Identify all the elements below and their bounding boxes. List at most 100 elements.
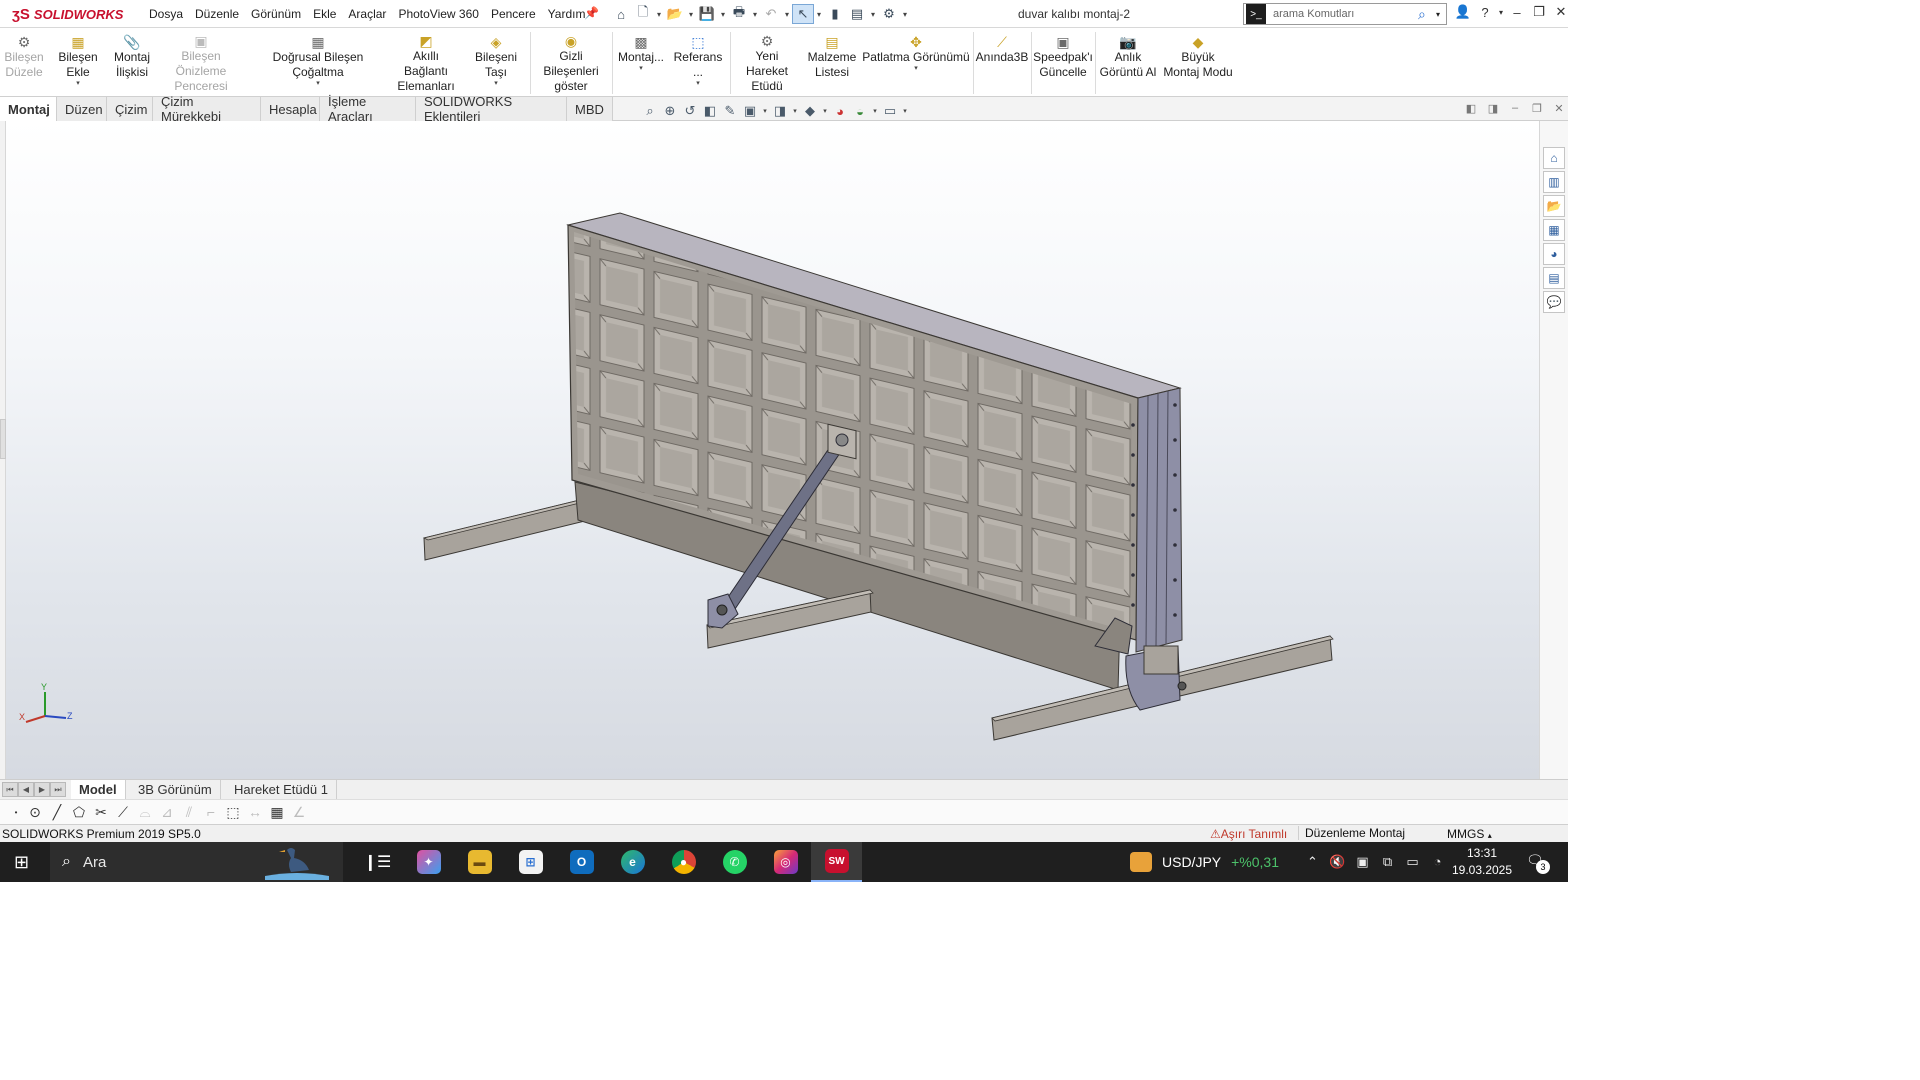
over-defined-status[interactable]: ⚠Aşırı Tanımlı [1210, 827, 1287, 841]
minimize-icon[interactable]: – [1506, 5, 1528, 20]
patlatma-dropdown-icon[interactable]: ▾ [914, 65, 918, 73]
gizli-bilesenler-button[interactable]: ◉ Gizli Bileşenleri göster [533, 30, 609, 94]
user-icon[interactable]: 👤 [1452, 4, 1474, 20]
view-settings-dropdown-icon[interactable]: ▾ [900, 107, 910, 115]
home-icon[interactable]: ⌂ [610, 4, 632, 24]
save-icon[interactable]: 💾 [696, 4, 718, 24]
referans-button[interactable]: ⬚ Referans ... ▾ [669, 30, 727, 94]
tab-cizim[interactable]: Çizim [107, 97, 153, 121]
edit-appearance-icon[interactable]: ◕ [830, 104, 850, 119]
menu-dosya[interactable]: Dosya [143, 7, 189, 21]
hide-show-dropdown-icon[interactable]: ▾ [820, 107, 830, 115]
montaj-dd-dropdown-icon[interactable]: ▾ [639, 65, 643, 73]
last-tab-icon[interactable]: ⏭ [50, 782, 66, 797]
solidworks-taskbar-icon[interactable]: SW [811, 842, 862, 882]
prev-tab-icon[interactable]: ◀ [18, 782, 34, 797]
instagram-icon[interactable]: ◎ [760, 842, 811, 882]
dynamic-annotation-icon[interactable]: ✎ [720, 103, 740, 119]
command-search[interactable]: >_ arama Komutları ⌕ ▾ [1243, 3, 1447, 25]
new-dropdown-icon[interactable]: ▾ [654, 10, 664, 19]
hide-show-icon[interactable]: ◆ [800, 103, 820, 119]
malzeme-listesi-button[interactable]: ▤ Malzeme Listesi [805, 30, 859, 94]
windows-start-icon[interactable]: ⊞ [14, 852, 29, 873]
corner-icon[interactable]: ⌐ [200, 804, 222, 820]
display-style-icon[interactable]: ◨ [770, 103, 790, 119]
section-view-icon[interactable]: ◧ [700, 103, 720, 119]
gear-icon[interactable]: ⚙ [878, 4, 900, 24]
zoom-area-icon[interactable]: ⊕ [660, 103, 680, 119]
device-icon[interactable]: ▣ [1350, 854, 1375, 870]
options-dropdown-icon[interactable]: ▾ [900, 10, 910, 19]
appearances-icon[interactable]: ◕ [1543, 243, 1565, 265]
solidworks-logo[interactable]: ʒS SOLIDWORKS [0, 0, 128, 28]
search-input[interactable]: arama Komutları [1273, 8, 1418, 20]
design-library-icon[interactable]: ▥ [1543, 171, 1565, 193]
taskbar-search[interactable]: ⌕ Ara [50, 842, 343, 882]
menu-araclar[interactable]: Araçlar [342, 7, 392, 21]
view-orientation-icon[interactable]: ▣ [740, 103, 760, 119]
montaj-iliskisi-button[interactable]: 📎 Montaj İlişkisi [112, 30, 152, 94]
rectangle-icon[interactable]: ⬚ [222, 804, 244, 821]
save-dropdown-icon[interactable]: ▾ [718, 10, 728, 19]
graphics-area[interactable]: Y X Z [6, 121, 1539, 779]
file-properties-icon[interactable]: ▤ [846, 4, 868, 24]
task-view-icon[interactable]: ❙☰ [352, 842, 403, 882]
open-folder-icon[interactable]: 📂 [664, 4, 686, 24]
file-explorer-icon[interactable]: 📂 [1543, 195, 1565, 217]
speaker-muted-icon[interactable]: 🔇 [1325, 854, 1350, 870]
dogrusal-cogaltma-button[interactable]: ▦ Doğrusal Bileşen Çoğaltma ▾ [250, 30, 386, 94]
custom-properties-icon[interactable]: ▤ [1543, 267, 1565, 289]
help-dropdown-icon[interactable]: ▾ [1496, 8, 1506, 17]
tab-cizim-murekkebi[interactable]: Çizim Mürekkebi [153, 94, 261, 124]
tab-model[interactable]: Model [71, 780, 126, 799]
microsoft-store-icon[interactable]: ⊞ [505, 842, 556, 882]
previous-view-icon[interactable]: ↺ [680, 103, 700, 119]
speedpak-guncelle-button[interactable]: ▣ Speedpak'ı Güncelle [1033, 30, 1093, 94]
anlik-goruntu-button[interactable]: 📷 Anlık Görüntü Al [1098, 30, 1158, 94]
unit-system[interactable]: MMGS ▴ [1447, 827, 1492, 841]
referans-dropdown-icon[interactable]: ▾ [696, 80, 700, 88]
tab-3b-gorunum[interactable]: 3B Görünüm [130, 780, 221, 799]
view-settings-icon[interactable]: ▭ [880, 103, 900, 119]
battery-icon[interactable]: ▭ [1400, 854, 1425, 870]
menu-duzenle[interactable]: Düzenle [189, 7, 245, 21]
solidworks-resources-icon[interactable]: ⌂ [1543, 147, 1565, 169]
bilesen-onizleme-button[interactable]: ▣ Bileşen Önizleme Penceresi [156, 30, 246, 94]
view-orientation-dropdown-icon[interactable]: ▾ [760, 107, 770, 115]
apply-scene-icon[interactable]: ◒ [850, 104, 870, 119]
help-icon[interactable]: ? [1474, 5, 1496, 20]
doc-restore-icon[interactable]: ❐ [1526, 102, 1548, 115]
chevron-up-icon[interactable]: ⌃ [1300, 854, 1325, 870]
restore-icon[interactable]: ❐ [1528, 4, 1550, 20]
bilesen-ekle-button[interactable]: ▦ Bileşen Ekle ▾ [46, 30, 110, 94]
tab-mbd[interactable]: MBD [567, 97, 613, 121]
first-tab-icon[interactable]: ⏮ [2, 782, 18, 797]
tab-hareket-etudu-1[interactable]: Hareket Etüdü 1 [226, 780, 337, 799]
bilesen-duzele-button[interactable]: ⚙ Bileşen Düzele [4, 30, 44, 94]
traffic-light-icon[interactable]: ▮ [824, 4, 846, 24]
akilli-baglanti-button[interactable]: ◩ Akıllı Bağlantı Elemanları [390, 30, 462, 94]
print-dropdown-icon[interactable]: ▾ [750, 10, 760, 19]
trim-icon[interactable]: ✂ [90, 804, 112, 821]
new-document-icon[interactable]: 🗋 [632, 4, 654, 24]
whatsapp-icon[interactable]: ✆ [709, 842, 760, 882]
search-dropdown-icon[interactable]: ▾ [1436, 10, 1446, 19]
yeni-hareket-etudu-button[interactable]: ⚙ Yeni Hareket Etüdü [733, 30, 801, 94]
next-tab-icon[interactable]: ▶ [34, 782, 50, 797]
zoom-to-fit-icon[interactable]: ⌕ [640, 103, 660, 119]
close-icon[interactable]: ✕ [1550, 4, 1568, 20]
buyuk-montaj-modu-button[interactable]: ◆ Büyük Montaj Modu [1161, 30, 1235, 94]
circle-icon[interactable]: ⊙ [24, 804, 46, 821]
file-props-dropdown-icon[interactable]: ▾ [868, 10, 878, 19]
open-dropdown-icon[interactable]: ▾ [686, 10, 696, 19]
menu-pencere[interactable]: Pencere [485, 7, 542, 21]
copilot-icon[interactable]: ✦ [403, 842, 454, 882]
bileseni-tasi-button[interactable]: ◈ Bileşeni Taşı ▾ [465, 30, 527, 94]
bilesen-ekle-dropdown-icon[interactable]: ▾ [76, 80, 80, 88]
view-palette-icon[interactable]: ▦ [1543, 219, 1565, 241]
tile-right-icon[interactable]: ◨ [1482, 102, 1504, 115]
undo-dropdown-icon[interactable]: ▾ [782, 10, 792, 19]
centerline-icon[interactable]: ⟋ [112, 804, 134, 821]
tab-solidworks-eklentileri[interactable]: SOLIDWORKS Eklentileri [416, 94, 567, 124]
screen-record-icon[interactable]: ⧉ [1375, 854, 1400, 870]
